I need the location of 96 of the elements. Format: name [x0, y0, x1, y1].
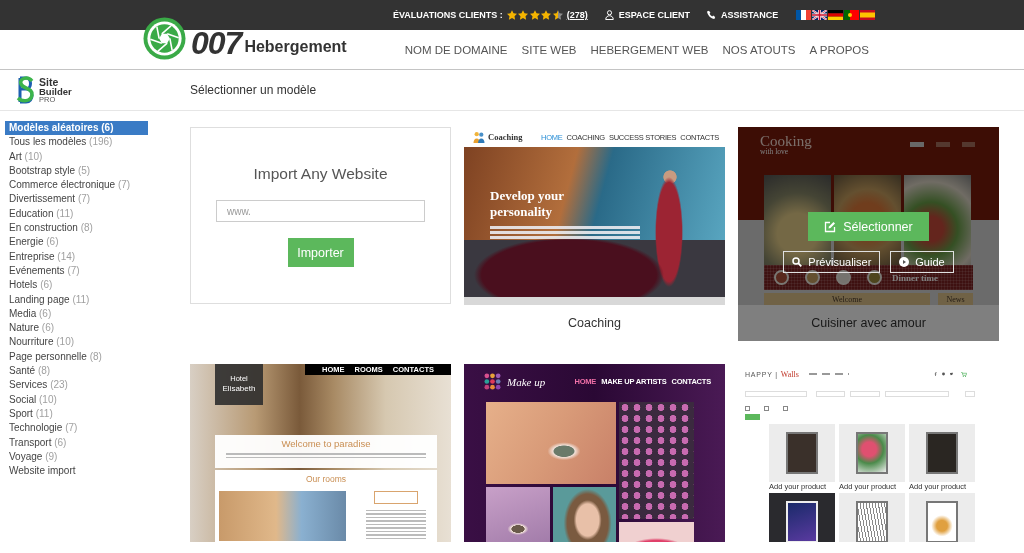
shutter-logo-icon[interactable]: [143, 17, 186, 60]
category-item[interactable]: En construction (8): [5, 221, 148, 236]
category-item[interactable]: Nourriture (10): [5, 335, 148, 350]
framed-print-drawing: [769, 424, 835, 482]
filter-field[interactable]: [850, 391, 880, 397]
category-item[interactable]: Santé (8): [5, 364, 148, 379]
logo-wordmark: Hebergement: [244, 39, 347, 55]
category-item[interactable]: Transport (6): [5, 435, 148, 450]
category-item[interactable]: Media (6): [5, 306, 148, 322]
preview-brand: Elisabeth: [222, 384, 256, 394]
flag-icon[interactable]: [828, 10, 844, 20]
flag-icon[interactable]: [860, 10, 876, 20]
star-icon: [529, 10, 540, 20]
category-item[interactable]: Page personnelle (8): [5, 349, 148, 365]
social-icon: [942, 372, 945, 376]
category-item[interactable]: Tous les modèles (196): [5, 135, 148, 150]
flag-icon[interactable]: [844, 10, 860, 20]
nav-link[interactable]: NOS ATOUTS: [722, 43, 796, 56]
category-item[interactable]: Energie (6): [5, 235, 148, 250]
category-item[interactable]: Voyage (9): [5, 449, 148, 465]
top-link[interactable]: ASSISTANCE: [707, 10, 779, 20]
star-icon: [552, 10, 563, 20]
logo-text: Builder: [39, 86, 72, 96]
preview-button[interactable]: Prévisualiser: [783, 251, 881, 273]
preview-box-title: News: [938, 293, 973, 305]
category-item[interactable]: Bootstrap style (5): [5, 163, 148, 179]
preview-heading: Welcome to paradise: [281, 438, 371, 450]
framed-print-drawing: [839, 493, 905, 542]
category-item[interactable]: Hotels (6): [5, 278, 148, 293]
top-link[interactable]: ESPACE CLIENT: [604, 10, 691, 20]
site-builder-logo-icon: [15, 75, 37, 105]
star-icon: [541, 10, 552, 20]
category-item[interactable]: Social (10): [5, 392, 148, 407]
user-icon: [604, 10, 614, 20]
nav-link[interactable]: NOM DE DOMAINE: [404, 43, 508, 56]
logo-number: 007: [191, 27, 242, 59]
social-icon: [950, 372, 953, 376]
category-item[interactable]: Sport (11): [5, 406, 148, 422]
select-field[interactable]: [885, 391, 949, 397]
plate-icon: [774, 270, 789, 285]
category-item[interactable]: Services (23): [5, 378, 148, 393]
category-item[interactable]: Modèles aléatoires (6): [5, 121, 148, 136]
nav-link[interactable]: SITE WEB: [521, 43, 577, 56]
rating-count-link[interactable]: (278): [566, 10, 588, 20]
filter-field[interactable]: [816, 391, 845, 397]
checkbox-icon[interactable]: [783, 406, 788, 411]
framed-print-drawing: [839, 424, 905, 482]
select-field[interactable]: [965, 391, 975, 397]
category-item[interactable]: Evénements (7): [5, 263, 148, 279]
rating-label: ÉVALUATIONS CLIENTS :: [393, 10, 503, 20]
edit-icon: [824, 220, 837, 233]
phone-icon: [707, 10, 717, 20]
category-item[interactable]: Education (11): [5, 206, 148, 222]
flag-icon[interactable]: [796, 10, 812, 20]
nav-link[interactable]: HEBERGEMENT WEB: [590, 43, 709, 56]
preview-brand: Cooking: [760, 134, 812, 148]
category-item[interactable]: Landing page (11): [5, 292, 148, 307]
preview-brand: Make up: [507, 375, 546, 388]
social-icon: [934, 372, 937, 376]
checkbox-icon[interactable]: [745, 406, 750, 411]
page-title: Sélectionner un modèle: [190, 83, 317, 97]
checkbox-icon[interactable]: [764, 406, 769, 411]
star-icon: [518, 10, 529, 20]
category-item[interactable]: Commerce électronique (7): [5, 178, 148, 193]
preview-brand: Coaching: [488, 132, 523, 142]
cart-icon: [961, 371, 967, 377]
category-item[interactable]: Nature (6): [5, 321, 148, 336]
category-item[interactable]: Website import: [5, 464, 148, 479]
import-title: Import Any Website: [253, 164, 388, 184]
search-icon: [792, 257, 803, 267]
star-icon: [506, 10, 517, 20]
people-icon: [473, 131, 485, 143]
nav-link[interactable]: A PROPOS: [809, 43, 869, 56]
preview-headline: Develop your personality: [490, 188, 565, 220]
category-item[interactable]: Art (10): [5, 149, 148, 164]
guide-button[interactable]: Guide: [890, 251, 954, 273]
dots-logo-icon: [484, 373, 501, 390]
photo-placeholder: [486, 487, 550, 542]
category-item[interactable]: Divertissement (7): [5, 192, 148, 207]
filter-field[interactable]: [745, 391, 807, 397]
category-item[interactable]: Entreprise (14): [5, 249, 148, 264]
play-circle-icon: [899, 257, 910, 267]
logo-text: Site: [39, 76, 60, 87]
url-input[interactable]: www.: [216, 200, 425, 222]
framed-print-drawing: [909, 493, 975, 542]
preview-box-title: Welcome: [764, 293, 930, 305]
banner-text: Dinner time: [892, 272, 939, 283]
photo-placeholder: [553, 487, 616, 542]
category-item[interactable]: Technologie (7): [5, 421, 148, 436]
preview-heading: Our rooms: [304, 474, 348, 484]
outlined-button: [374, 491, 418, 504]
template-name: Cuisiner avec amour: [810, 315, 927, 332]
template-name: Coaching: [567, 315, 622, 332]
framed-print-drawing: [909, 424, 975, 482]
framed-print-drawing: [769, 493, 835, 542]
nav-links-drawing: [808, 373, 849, 375]
